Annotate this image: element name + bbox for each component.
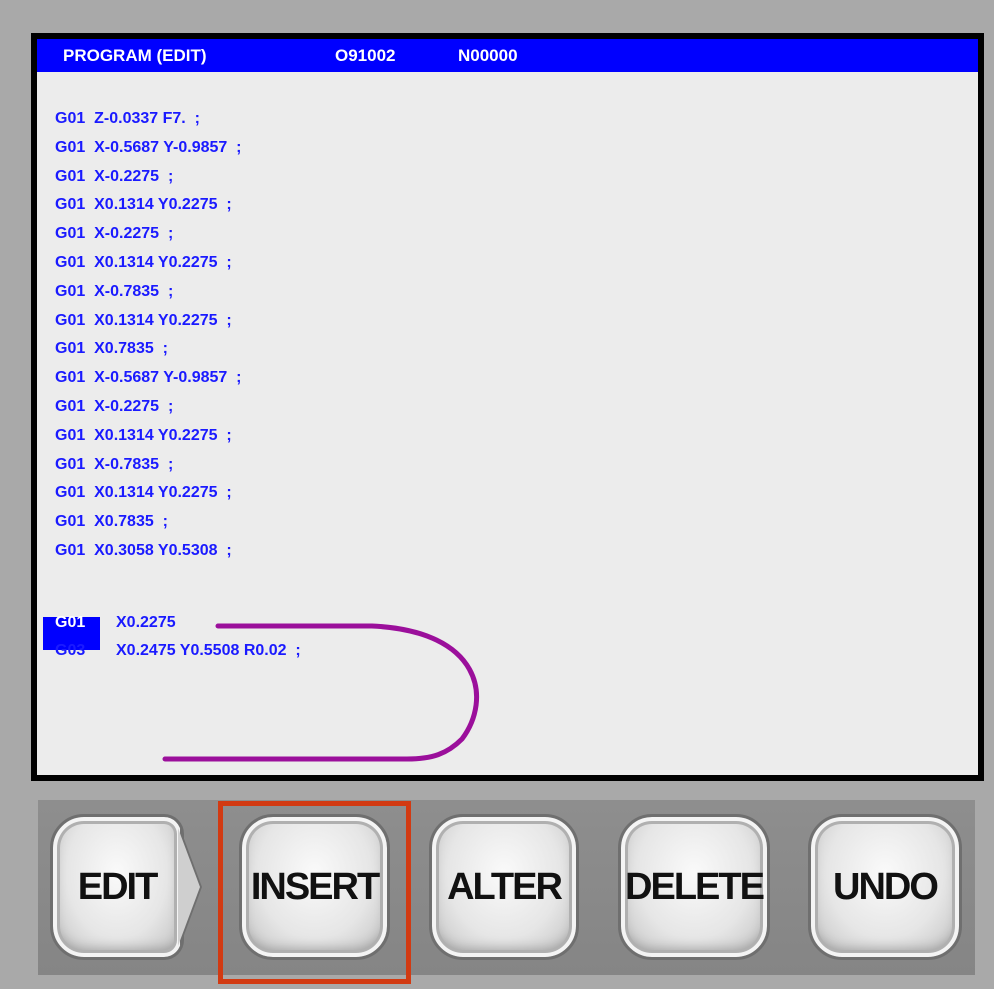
- program-line[interactable]: G01 X-0.2275 ;: [55, 397, 173, 417]
- program-line[interactable]: G01 X0.1314 Y0.2275 ;: [55, 426, 232, 446]
- edit-arrow-icon: [178, 828, 200, 946]
- edit-softkey[interactable]: EDIT: [50, 814, 184, 960]
- delete-softkey[interactable]: DELETE: [618, 814, 770, 960]
- title-bar: PROGRAM (EDIT) O91002 N00000: [37, 39, 978, 72]
- program-line[interactable]: G01 X0.3058 Y0.5308 ;: [55, 541, 232, 561]
- program-line[interactable]: G01 X-0.5687 Y-0.9857 ;: [55, 138, 242, 158]
- program-line[interactable]: G01 Z-0.0337 F7. ;: [55, 109, 200, 129]
- next-line-rest: X0.2475 Y0.5508 R0.02 ;: [116, 642, 301, 659]
- insert-softkey[interactable]: INSERT: [239, 814, 390, 960]
- cnc-display-screen: PROGRAM (EDIT) O91002 N00000 G01 Z-0.033…: [31, 33, 984, 781]
- sequence-number: N00000: [458, 46, 518, 65]
- program-line[interactable]: G01 X0.1314 Y0.2275 ;: [55, 195, 232, 215]
- cursor-word: G01: [55, 614, 86, 631]
- undo-softkey[interactable]: UNDO: [808, 814, 962, 960]
- mode-label: PROGRAM (EDIT): [63, 46, 207, 65]
- program-line[interactable]: G01 X0.1314 Y0.2275 ;: [55, 311, 232, 331]
- program-line[interactable]: G01 X0.7835 ;: [55, 339, 168, 359]
- program-line[interactable]: G01 X-0.2275 ;: [55, 167, 173, 187]
- program-line[interactable]: G01 X-0.5687 Y-0.9857 ;: [55, 368, 242, 388]
- program-line[interactable]: G01 X0.7835 ;: [55, 512, 168, 532]
- program-line[interactable]: G01 X-0.7835 ;: [55, 282, 173, 302]
- softkey-bar: EDIT INSERT ALTER DELETE UNDO: [38, 800, 975, 975]
- program-number: O91002: [335, 46, 396, 65]
- program-line[interactable]: G01 X0.1314 Y0.2275 ;: [55, 483, 232, 503]
- program-line[interactable]: G01 X-0.2275 ;: [55, 224, 173, 244]
- program-line[interactable]: G01 X0.1314 Y0.2275 ;: [55, 253, 232, 273]
- alter-softkey[interactable]: ALTER: [429, 814, 579, 960]
- cursor-line-rest: X0.2275: [116, 614, 176, 631]
- next-line-word: G03: [55, 642, 86, 659]
- program-line[interactable]: G01 X-0.7835 ;: [55, 455, 173, 475]
